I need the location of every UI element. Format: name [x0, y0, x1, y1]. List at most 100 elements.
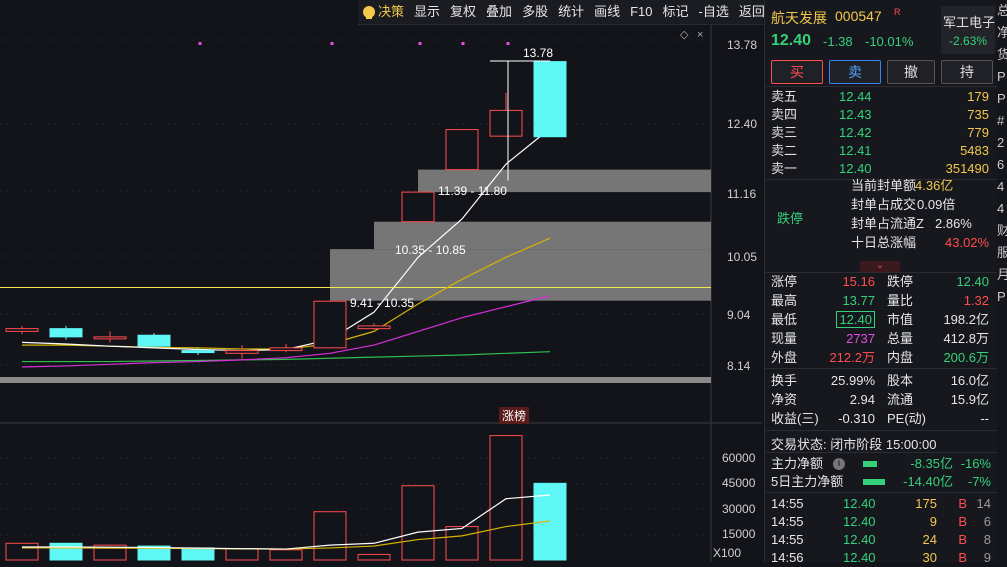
order-book-row[interactable]: 卖三 12.42 779	[765, 124, 997, 142]
stat-value: 1.32	[963, 293, 989, 308]
order-book-price: 12.44	[839, 89, 872, 104]
volume-bar[interactable]	[313, 511, 347, 561]
price-axis-label: 12.40	[727, 117, 758, 131]
order-book-row[interactable]: 卖一 12.40 351490	[765, 160, 997, 178]
fund-flow-pct: -7%	[967, 474, 991, 489]
clipped-text: 2	[997, 135, 1005, 150]
candle-body[interactable]	[313, 300, 347, 349]
tick-count: 14	[976, 496, 991, 511]
toolbar-label: 决策	[378, 4, 405, 19]
order-book-price: 12.41	[839, 143, 872, 158]
signal-marker	[418, 42, 422, 45]
stat-label: 涨停	[771, 274, 798, 289]
limit-info-row: 封单占流通Z 2.86%	[765, 215, 997, 233]
volume-bar[interactable]	[225, 548, 259, 561]
volume-bar[interactable]	[181, 547, 215, 561]
toolbar-item-stats[interactable]: 统计	[553, 0, 589, 24]
candle-body[interactable]	[49, 328, 83, 338]
gap-zone-label: 10.35 - 10.85	[395, 243, 466, 257]
order-book-row[interactable]: 卖五 12.44 179	[765, 88, 997, 106]
volume-bar[interactable]	[533, 482, 567, 561]
candle-body[interactable]	[401, 191, 435, 223]
clipped-text: P	[997, 69, 1006, 84]
order-book-volume: 179	[967, 89, 989, 104]
candle-body[interactable]	[533, 61, 567, 138]
sector-name: 军工电子	[943, 15, 996, 30]
sector-box[interactable]: 军工电子 -2.63%	[941, 6, 995, 54]
candle-body[interactable]	[93, 336, 127, 340]
tick-side: B	[958, 550, 967, 565]
candle-body[interactable]	[181, 350, 215, 354]
volume-bar[interactable]	[5, 542, 39, 561]
candle-body[interactable]	[357, 325, 391, 330]
volume-bar[interactable]	[269, 549, 303, 561]
toolbar-item-decision[interactable]: 决策	[358, 0, 409, 24]
volume-bar[interactable]	[49, 542, 83, 561]
candle-body[interactable]	[5, 328, 39, 332]
order-book-label: 卖二	[771, 143, 798, 158]
fund-flow-label: 5日主力净额	[771, 474, 844, 489]
candle-body[interactable]	[137, 334, 171, 347]
candle-body[interactable]	[445, 129, 479, 171]
order-book-label: 卖四	[771, 107, 798, 122]
toolbar-item-adjust[interactable]: 复权	[445, 0, 481, 24]
order-book-price: 12.42	[839, 125, 872, 140]
stats-row: 最高 13.77 量比 1.32	[765, 292, 997, 310]
rank-tag[interactable]: 涨榜	[499, 407, 530, 424]
clipped-text: 4	[997, 201, 1005, 216]
gap-zone-label: 11.39 - 11.80	[438, 184, 507, 198]
tick-row: 14:55 12.40 175 B 14	[765, 495, 997, 513]
toolbar-item-watchlist[interactable]: -自选	[694, 0, 734, 24]
side-panel-edge: 总净货 P P #2 6 4 4 财服月 P	[997, 0, 1007, 562]
candle-body[interactable]	[225, 350, 259, 354]
range-bar	[0, 377, 711, 383]
price-change: -1.38	[823, 34, 853, 49]
quote-panel: 航天发展 000547 R 12.40 -1.38 -10.01% 军工电子 -…	[764, 0, 997, 565]
order-book-row[interactable]: 卖四 12.43 735	[765, 106, 997, 124]
stats-row: 涨停 15.16 跌停 12.40	[765, 273, 997, 291]
candle-body[interactable]	[489, 109, 523, 137]
price-axis-label: 13.78	[727, 38, 758, 52]
stat-value: 15.16	[842, 274, 875, 289]
diamond-icon: ◇	[680, 29, 689, 41]
toolbar-item-f10[interactable]: F10	[625, 0, 657, 24]
stat-value: 25.99%	[830, 373, 875, 388]
order-book-volume: 735	[967, 107, 989, 122]
candle-body[interactable]	[269, 347, 303, 352]
order-book-volume: 779	[967, 125, 989, 140]
buy-button[interactable]: 买	[771, 60, 823, 84]
toolbar-item-draw[interactable]: 画线	[589, 0, 625, 24]
sell-button[interactable]: 卖	[829, 60, 881, 84]
clipped-text: 6	[997, 157, 1005, 172]
stat-value: 2.94	[849, 392, 875, 407]
stat-value: 200.6万	[943, 350, 989, 365]
stats-row: 现量 2737 总量 412.8万	[765, 330, 997, 348]
stat-label: 跌停	[887, 274, 914, 289]
kline-chart[interactable]: ◇ ×	[0, 0, 762, 562]
order-book-price: 12.40	[839, 161, 872, 176]
toolbar-item-mark[interactable]: 标记	[658, 0, 694, 24]
cancel-button[interactable]: 撤	[887, 60, 935, 84]
tick-side: B	[958, 532, 967, 547]
info-icon[interactable]: i	[833, 458, 845, 470]
limit-info-label: 十日总涨幅	[851, 235, 917, 250]
toolbar-item-multi[interactable]: 多股	[517, 0, 553, 24]
price-axis-label: 10.05	[727, 250, 758, 264]
position-button[interactable]: 持	[941, 60, 993, 84]
tick-volume: 30	[922, 550, 937, 565]
volume-bar[interactable]	[445, 526, 479, 561]
tick-volume: 24	[922, 532, 937, 547]
clipped-text: 4	[997, 179, 1005, 194]
clipped-text: P	[997, 289, 1006, 304]
toolbar-item-display[interactable]: 显示	[409, 0, 445, 24]
clipped-text: #	[997, 113, 1005, 128]
limit-info-row: 十日总涨幅 43.02%	[765, 234, 997, 252]
order-book-label: 卖五	[771, 89, 798, 104]
price-axis-label: 8.14	[727, 359, 751, 373]
price-change-pct: -10.01%	[865, 34, 914, 49]
order-book-row[interactable]: 卖二 12.41 5483	[765, 142, 997, 160]
stat-label: 内盘	[887, 350, 914, 365]
toolbar-item-overlay[interactable]: 叠加	[481, 0, 517, 24]
volume-bar[interactable]	[401, 485, 435, 561]
volume-bar[interactable]	[357, 553, 391, 561]
